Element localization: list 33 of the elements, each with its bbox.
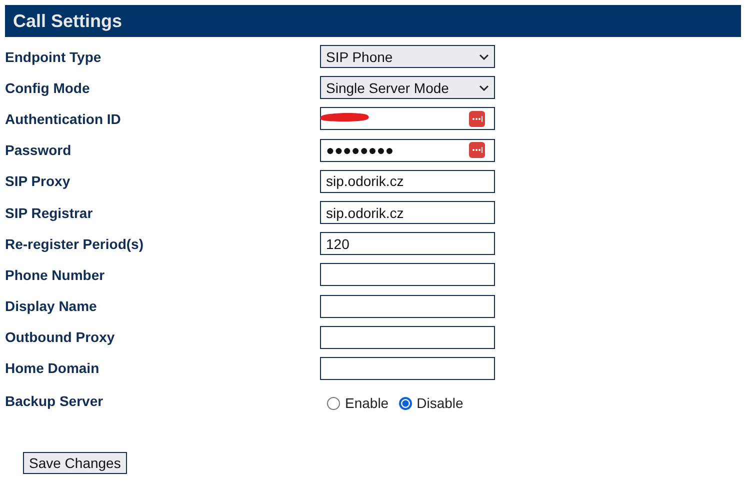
dropdown[interactable]: SIP Phone	[320, 45, 495, 68]
field-label: Home Domain	[5, 360, 100, 376]
radio-option[interactable]: Enable	[327, 395, 389, 412]
input-field[interactable]: ●●●●●●●●	[320, 138, 495, 162]
field-label: Re-register Period(s)	[5, 236, 144, 252]
field-label: Authentication ID	[5, 110, 122, 127]
field-label: Password	[5, 142, 72, 158]
radio-button[interactable]	[398, 396, 412, 410]
chevron-down-icon	[479, 84, 489, 91]
radio-option[interactable]: Disable	[398, 395, 464, 412]
field-label: Backup Server	[5, 393, 104, 410]
field-label: Endpoint Type	[5, 48, 102, 65]
field-label: Config Mode	[5, 80, 91, 96]
field-label: SIP Proxy	[5, 173, 72, 190]
save-button[interactable]: Save Changes	[23, 452, 127, 474]
field-label: Outbound Proxy	[5, 329, 116, 346]
field-label: Display Name	[5, 298, 98, 314]
input-field[interactable]: sip.odorik.cz	[320, 201, 495, 224]
password-manager-icon[interactable]	[469, 110, 485, 127]
field-label: Phone Number	[5, 266, 106, 283]
password-manager-icon[interactable]	[469, 142, 485, 158]
input-field[interactable]	[320, 263, 495, 286]
field-label: SIP Registrar	[5, 204, 94, 221]
input-field[interactable]	[320, 294, 495, 318]
section-title: Call Settings	[13, 10, 122, 32]
dropdown[interactable]: Single Server Mode	[320, 76, 495, 100]
chevron-down-icon	[479, 54, 489, 60]
input-field[interactable]	[320, 356, 495, 380]
input-field[interactable]	[320, 326, 495, 349]
radio-button[interactable]	[327, 396, 340, 410]
input-field[interactable]: sip.odorik.cz	[320, 170, 495, 193]
input-field[interactable]	[320, 107, 495, 130]
input-field[interactable]: 120	[320, 232, 495, 256]
